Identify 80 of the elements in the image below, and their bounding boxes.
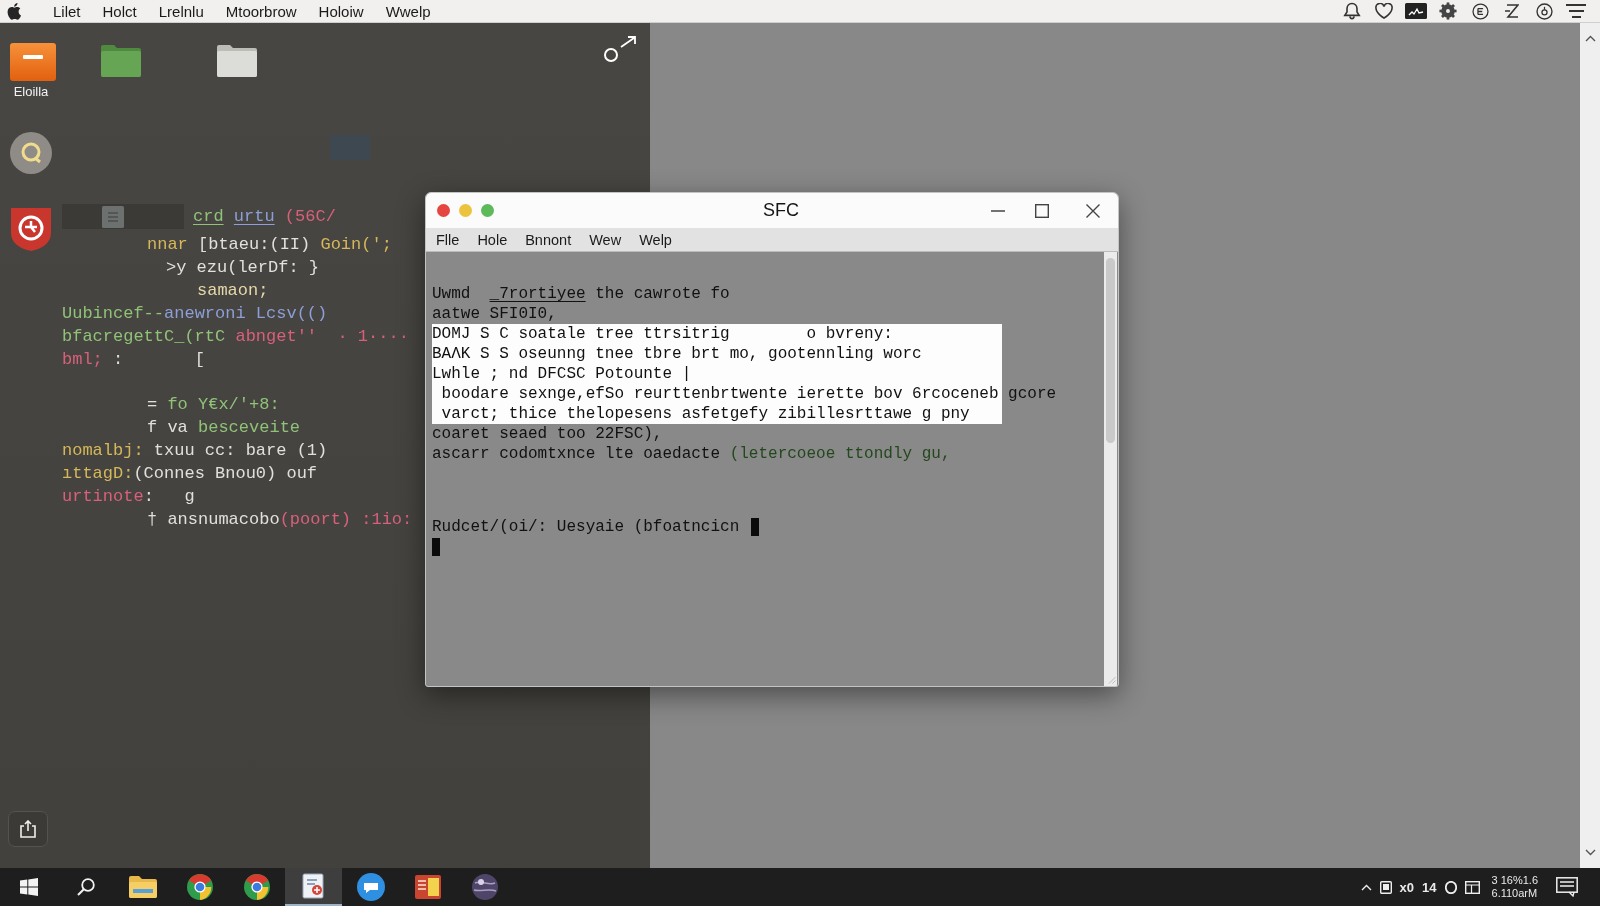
desktop-icon-label[interactable]: Eloilla <box>0 84 62 99</box>
start-icon <box>19 878 38 896</box>
code-line: f va besceveite <box>147 417 301 439</box>
menu-item[interactable]: Holoiw <box>307 2 375 20</box>
search-icon <box>76 878 95 896</box>
menu-item[interactable]: Lrelnlu <box>147 2 215 20</box>
resize-grip-icon[interactable] <box>1108 676 1116 684</box>
menu-item[interactable]: Welp <box>630 231 681 248</box>
tray-text: 14 <box>1422 879 1437 895</box>
square-icon[interactable] <box>1379 880 1392 894</box>
browser-icon <box>186 874 213 900</box>
clock-text[interactable]: 3 16%1.6 <box>1491 874 1538 887</box>
prompt-line: Rudcet/(oi/: Uesyaie (bfoatncicn <box>432 517 740 537</box>
code-line: = fo Y€x/'+8: <box>147 394 280 416</box>
menu-item[interactable]: Lilet <box>42 2 92 20</box>
code-line: ıttagD:(Connes Bnou0) ouf <box>62 463 318 485</box>
menu-item[interactable]: Hole <box>468 231 517 248</box>
code-line: † ansnumacobo(poort) :1io: <box>147 509 413 531</box>
scroll-up-icon[interactable] <box>1584 35 1596 42</box>
menu-item[interactable]: Holct <box>91 2 148 20</box>
app-icon[interactable] <box>10 43 56 81</box>
expand-icon[interactable] <box>603 35 637 63</box>
share-button[interactable] <box>8 811 48 847</box>
menu-item[interactable]: Wwelp <box>374 2 442 20</box>
window-icon[interactable] <box>1464 880 1480 894</box>
code-line: bml; : [ <box>62 349 205 371</box>
scrollbar-thumb[interactable] <box>1106 258 1115 443</box>
magnifier-icon[interactable] <box>10 132 52 174</box>
code-line: nomalbj: txuu cc: bare (1) <box>62 440 328 462</box>
menu-item[interactable]: Wew <box>580 231 631 248</box>
menu-item[interactable]: Bnnont <box>516 231 581 248</box>
notebook-icon <box>414 875 441 899</box>
close-icon <box>1086 203 1100 218</box>
text-cursor <box>432 538 440 556</box>
terminal-line: coaret seaed too 22FSC), <box>432 424 663 444</box>
shield-icon[interactable] <box>10 207 52 251</box>
minimize-icon <box>991 209 1005 212</box>
code-line: Uubincef--anewroni Lcsv(() <box>62 303 328 325</box>
apple-icon[interactable] <box>7 2 21 20</box>
taskbar-button[interactable] <box>285 868 342 906</box>
bell-icon[interactable] <box>1343 2 1361 20</box>
share-icon <box>20 820 36 838</box>
menu-icon[interactable] <box>1566 4 1586 18</box>
notification-icon[interactable] <box>1556 877 1578 897</box>
scroll-down-icon[interactable] <box>1584 849 1596 856</box>
folder-icon <box>128 876 157 898</box>
terminal-line: ascarr codomtxnce lte oaedacte (letercoeoe ttondly gu, <box>432 444 951 464</box>
chat-bubble-icon <box>356 873 385 901</box>
terminal-line: aatwe SFI0I0, <box>432 304 557 324</box>
minimize-dot-icon[interactable] <box>459 204 472 217</box>
chevron-up-icon[interactable] <box>1360 883 1372 891</box>
zigzag-icon[interactable] <box>1505 3 1519 19</box>
scrollbar[interactable] <box>1580 23 1600 868</box>
scrollbar[interactable] <box>1104 252 1117 686</box>
monitor-icon[interactable] <box>1405 3 1427 19</box>
e-circle-icon[interactable] <box>1471 2 1489 20</box>
folder-icon[interactable] <box>217 43 257 77</box>
folder-icon[interactable] <box>101 43 141 77</box>
tray-text: x0 <box>1399 879 1415 895</box>
maximize-icon <box>1035 203 1049 218</box>
menu-item[interactable]: Mtoorbrow <box>214 2 308 20</box>
window-title: SFC <box>762 200 799 221</box>
code-line: crd urtu (56C/ <box>193 206 336 228</box>
document-icon <box>301 873 326 899</box>
zoom-dot-icon[interactable] <box>481 204 494 217</box>
ring-icon[interactable] <box>1535 2 1553 20</box>
globe-icon <box>471 874 498 900</box>
code-line: bfacregettC_(rtC abnget'' · 1···· <box>62 326 409 348</box>
code-line: >y ezu(lerDf: } <box>166 257 320 279</box>
close-dot-icon[interactable] <box>437 204 450 217</box>
text-cursor <box>751 518 760 536</box>
clock-text[interactable]: 6.110arM <box>1491 887 1538 900</box>
gear-icon[interactable] <box>1439 2 1457 20</box>
code-line: samaon; <box>197 280 269 302</box>
code-line: nnar [btaeu:(II) Goin('; <box>147 234 392 256</box>
menu-item[interactable]: Flle <box>427 231 469 248</box>
heart-icon[interactable] <box>1375 3 1393 19</box>
code-line: urtinote: g <box>62 486 195 508</box>
terminal-line: Uwmd _7rortiyee the cawrote fo <box>432 284 730 304</box>
browser-icon <box>243 874 270 900</box>
